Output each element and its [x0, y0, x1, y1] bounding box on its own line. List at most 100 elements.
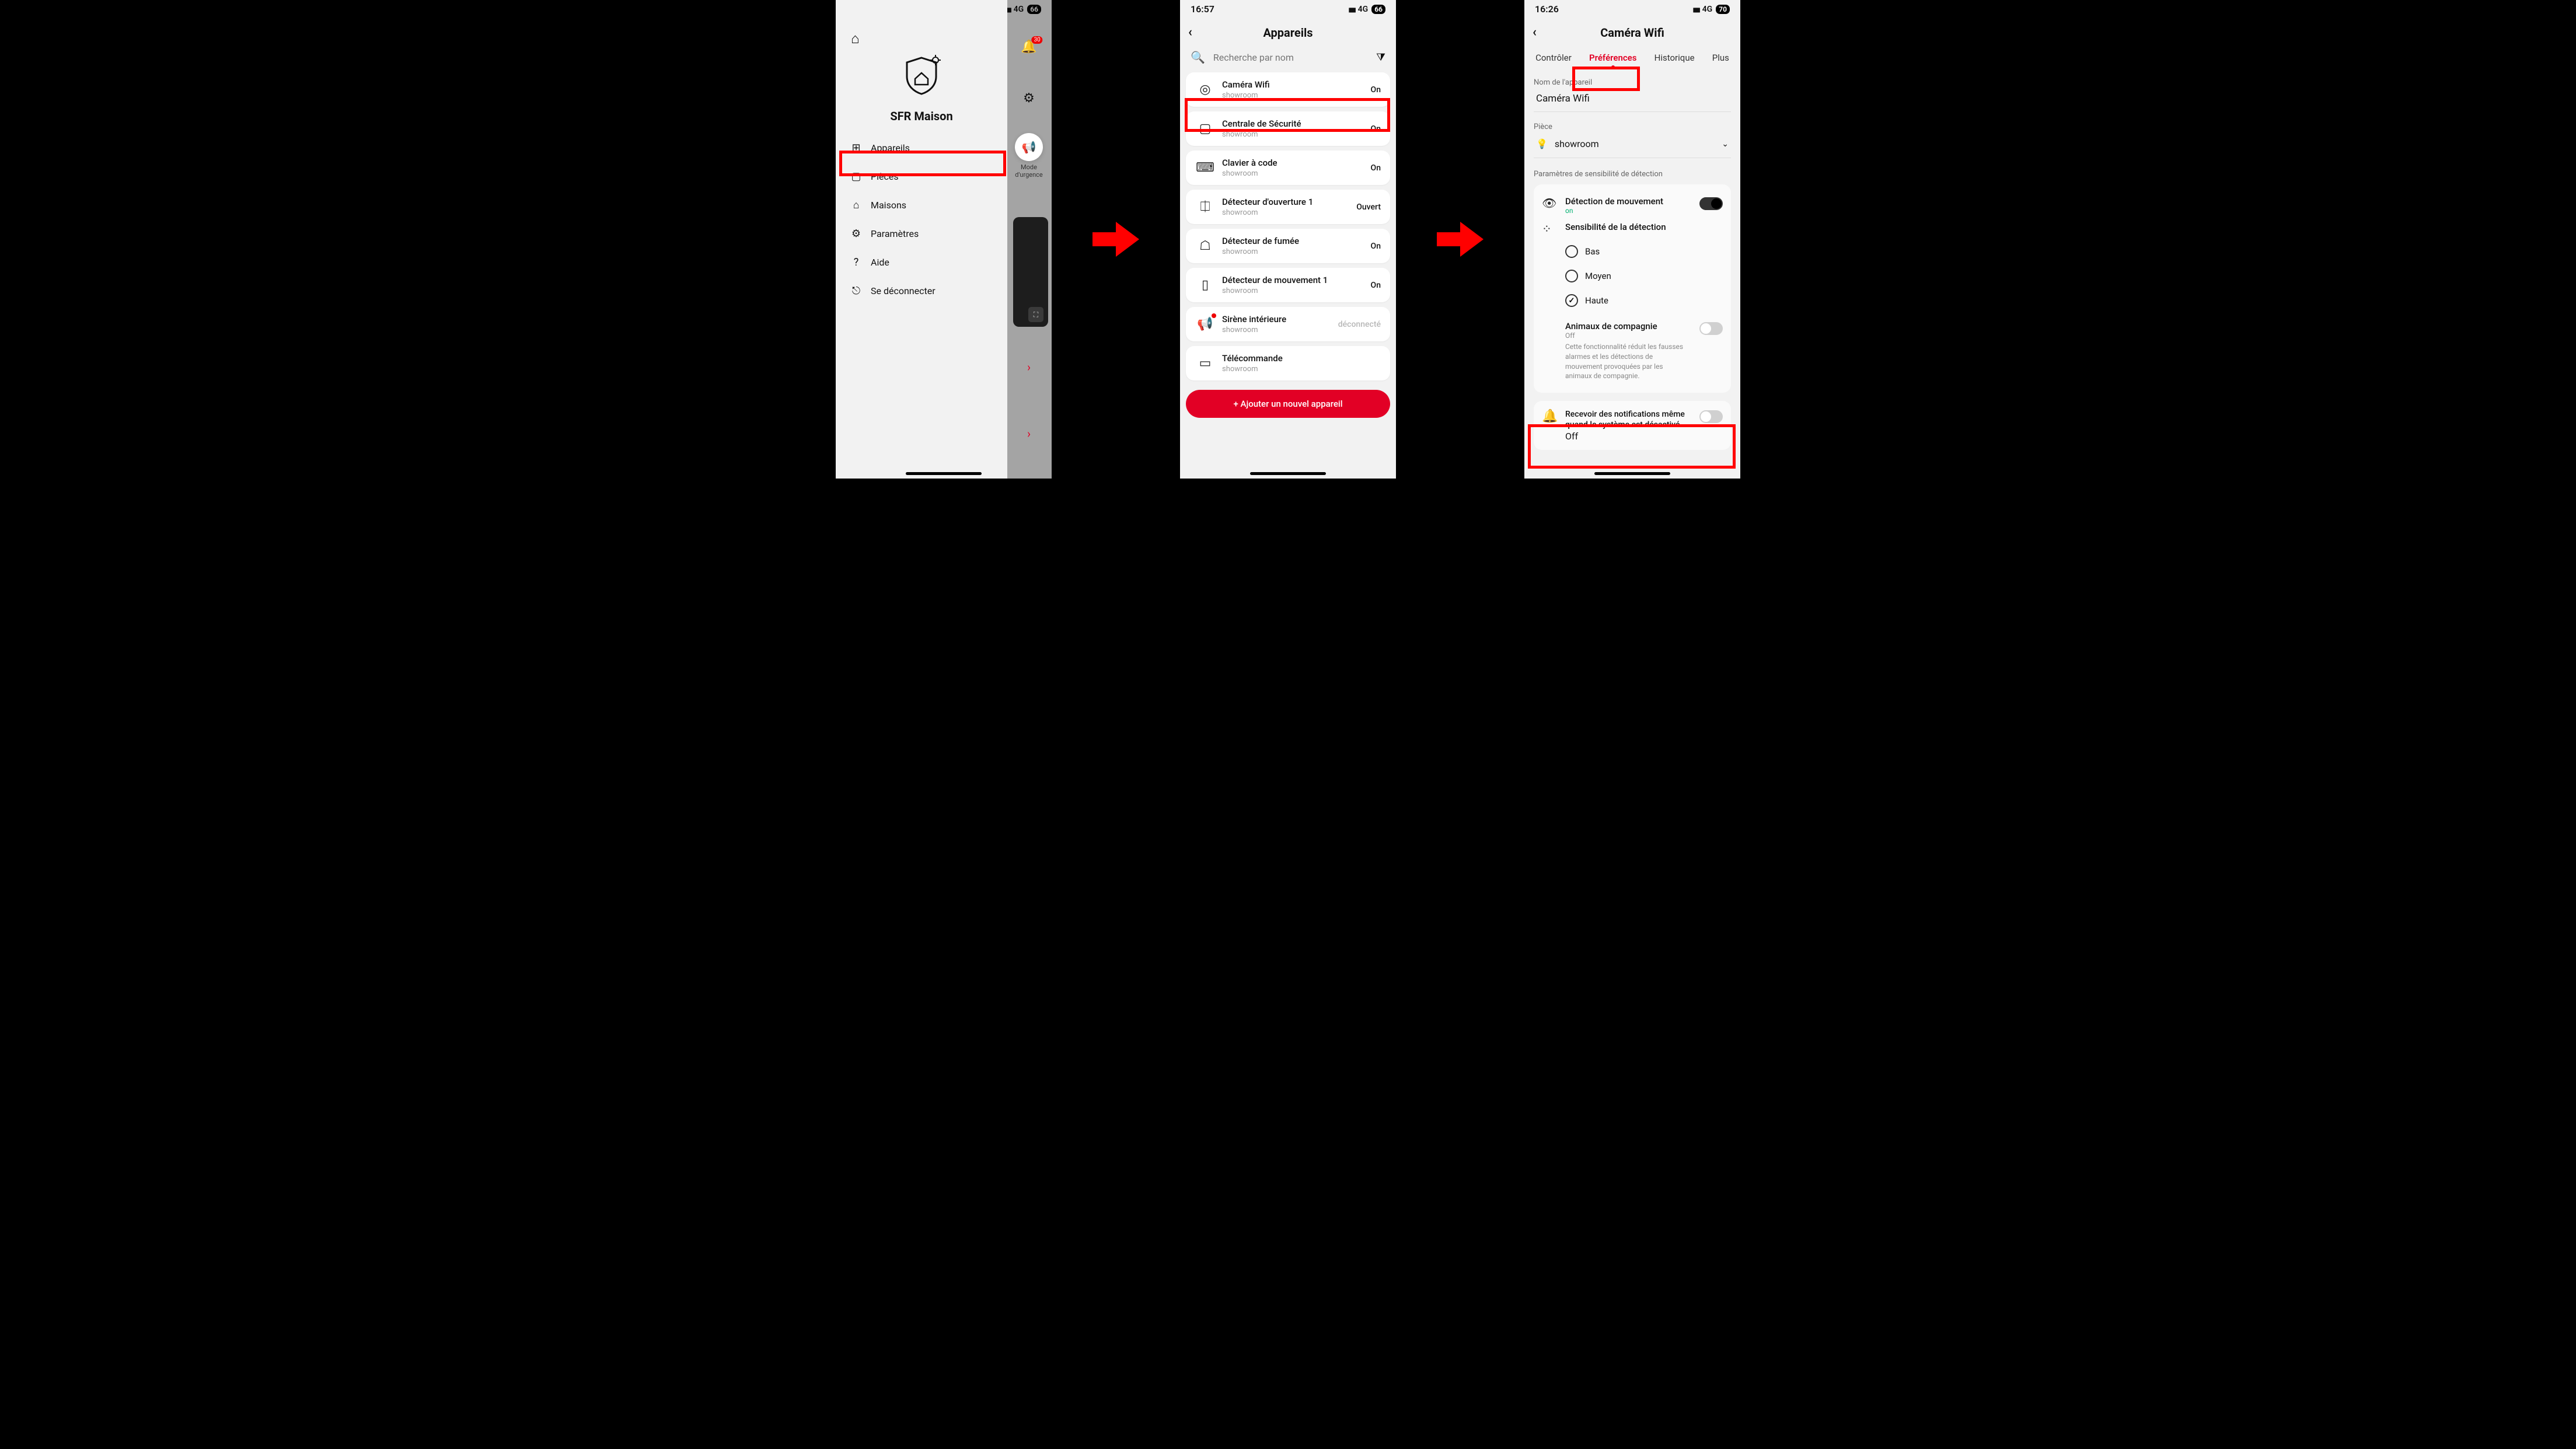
drawer-item-label: Appareils: [871, 142, 910, 153]
device-room: showroom: [1222, 365, 1374, 373]
device-icon: ▯: [1195, 275, 1215, 295]
sensitivity-low-label: Bas: [1585, 246, 1600, 257]
motion-detection-state: on: [1565, 207, 1691, 215]
motion-detection-title: Détection de mouvement: [1565, 196, 1691, 207]
camera-preview[interactable]: ⛶: [1013, 217, 1048, 327]
device-card[interactable]: ▭ Télécommande showroom: [1186, 346, 1390, 380]
device-name: Détecteur de fumée: [1222, 236, 1364, 246]
sensitivity-title: Sensibilité de la détection: [1565, 222, 1723, 232]
bell-icon[interactable]: 🔔30: [1021, 40, 1036, 54]
room-selector[interactable]: 💡 showroom ⌄: [1534, 131, 1731, 158]
device-card[interactable]: ⎅ Détecteur d'ouverture 1 showroom Ouver…: [1186, 190, 1390, 224]
drawer-item-logout[interactable]: ⎋Se déconnecter: [836, 277, 1007, 305]
device-room: showroom: [1222, 91, 1364, 100]
signal-icon: [1693, 5, 1699, 14]
devices-icon: ⊞: [850, 142, 863, 154]
chevron-right-icon[interactable]: ›: [1017, 355, 1041, 379]
motion-detection-row: 👁 Détection de mouvement on: [1542, 193, 1723, 218]
motion-detection-toggle[interactable]: [1699, 197, 1723, 210]
device-name: Caméra Wifi: [1222, 79, 1364, 90]
add-device-button[interactable]: + Ajouter un nouvel appareil: [1186, 390, 1390, 418]
device-card[interactable]: ◎ Caméra Wifi showroom On: [1186, 72, 1390, 107]
settings-icon: ⚙: [850, 228, 863, 240]
drawer-title: SFR Maison: [836, 109, 1007, 123]
search-bar: 🔍 ⧩: [1180, 46, 1396, 72]
device-list: ◎ Caméra Wifi showroom On ▢ Centrale de …: [1180, 72, 1396, 380]
drawer-item-homes[interactable]: ⌂ Maisons: [836, 191, 1007, 219]
notifications-toggle[interactable]: [1699, 410, 1723, 423]
device-status: On: [1371, 163, 1381, 173]
device-icon: ▭: [1195, 354, 1215, 373]
expand-icon[interactable]: ⛶: [1028, 307, 1043, 322]
battery-badge: 66: [1371, 5, 1385, 14]
home-indicator[interactable]: [906, 472, 982, 475]
device-card[interactable]: 📢 Sirène intérieure showroom déconnecté: [1186, 307, 1390, 341]
device-status: On: [1371, 242, 1381, 251]
filter-icon[interactable]: ⧩: [1376, 51, 1385, 64]
sensitivity-option-low[interactable]: Bas: [1542, 239, 1723, 264]
device-card[interactable]: ☖ Détecteur de fumée showroom On: [1186, 229, 1390, 263]
status-indicators: 4G 66: [1349, 5, 1385, 14]
search-input[interactable]: [1213, 52, 1368, 63]
device-icon: ⎅: [1195, 197, 1215, 217]
home-indicator[interactable]: [1250, 472, 1326, 475]
drawer-item-label: Paramètres: [871, 228, 919, 239]
logout-icon: ⎋: [850, 285, 863, 297]
device-name: Clavier à code: [1222, 158, 1364, 168]
device-status: On: [1371, 85, 1381, 95]
sensitivity-option-high[interactable]: Haute: [1542, 288, 1723, 313]
tab-control[interactable]: Contrôler: [1533, 49, 1574, 67]
search-icon[interactable]: 🔍: [1191, 50, 1205, 64]
rooms-icon: ▢: [850, 170, 863, 183]
device-name: Détecteur d'ouverture 1: [1222, 197, 1349, 207]
screen-1-drawer: 16:57 4G 66 🔔30 ⚙ 📢 Mode d'urgence ⛶ › ›…: [836, 0, 1052, 479]
drawer-item-label: Maisons: [871, 200, 906, 211]
drawer-item-rooms[interactable]: ▢ Pièces: [836, 162, 1007, 191]
device-icon: ▢: [1195, 119, 1215, 139]
device-icon: ⌨: [1195, 158, 1215, 178]
device-status: On: [1371, 124, 1381, 134]
sensitivity-panel: 👁 Détection de mouvement on ⁘ Sensibilit…: [1534, 184, 1731, 393]
network-label: 4G: [1702, 5, 1713, 14]
drawer-item-help[interactable]: ?Aide: [836, 248, 1007, 277]
pets-toggle[interactable]: [1699, 322, 1723, 335]
device-name: Télécommande: [1222, 353, 1374, 364]
tab-more[interactable]: Plus: [1710, 49, 1732, 67]
status-bar: 16:26 4G 70: [1524, 0, 1740, 17]
device-name-field[interactable]: Caméra Wifi: [1534, 87, 1731, 112]
status-bar: 16:57 4G 66: [1180, 0, 1396, 17]
app-logo: [836, 53, 1007, 99]
home-icon[interactable]: ⌂: [851, 30, 1007, 47]
device-name: Centrale de Sécurité: [1222, 118, 1364, 129]
gear-icon[interactable]: ⚙: [1023, 91, 1035, 106]
sensitivity-high-label: Haute: [1585, 295, 1608, 306]
sensitivity-row: ⁘ Sensibilité de la détection: [1542, 218, 1723, 239]
device-card[interactable]: ▯ Détecteur de mouvement 1 showroom On: [1186, 268, 1390, 302]
chevron-right-icon[interactable]: ›: [1017, 421, 1041, 446]
page-header: ‹ Appareils: [1180, 17, 1396, 46]
drawer-item-devices[interactable]: ⊞ Appareils: [836, 134, 1007, 162]
sensitivity-section-label: Paramètres de sensibilité de détection: [1534, 170, 1731, 179]
tab-history[interactable]: Historique: [1652, 49, 1697, 67]
sensitivity-option-medium[interactable]: Moyen: [1542, 264, 1723, 288]
device-card[interactable]: ▢ Centrale de Sécurité showroom On: [1186, 111, 1390, 146]
emergency-mode-icon[interactable]: 📢: [1015, 133, 1043, 161]
pets-row: Animaux de compagnie Off Cette fonctionn…: [1542, 317, 1723, 385]
device-icon: 📢: [1195, 315, 1215, 334]
notifications-title: Recevoir des notifications même quand le…: [1565, 409, 1691, 430]
room-label: Pièce: [1534, 123, 1731, 131]
page-header: ‹ Caméra Wifi: [1524, 17, 1740, 46]
device-name-label: Nom de l'appareil: [1534, 78, 1731, 87]
home-indicator[interactable]: [1594, 472, 1670, 475]
device-status: Ouvert: [1356, 202, 1381, 212]
dots-icon: ⁘: [1542, 222, 1557, 236]
device-card[interactable]: ⌨ Clavier à code showroom On: [1186, 151, 1390, 185]
drawer-item-label: Pièces: [871, 171, 899, 182]
homes-icon: ⌂: [850, 199, 863, 211]
device-status: déconnecté: [1338, 320, 1381, 329]
drawer-item-settings[interactable]: ⚙ Paramètres: [836, 219, 1007, 248]
pets-state: Off: [1565, 331, 1691, 340]
shield-icon: [899, 53, 944, 99]
device-icon: ◎: [1195, 80, 1215, 100]
tab-preferences[interactable]: Préférences: [1587, 49, 1639, 67]
